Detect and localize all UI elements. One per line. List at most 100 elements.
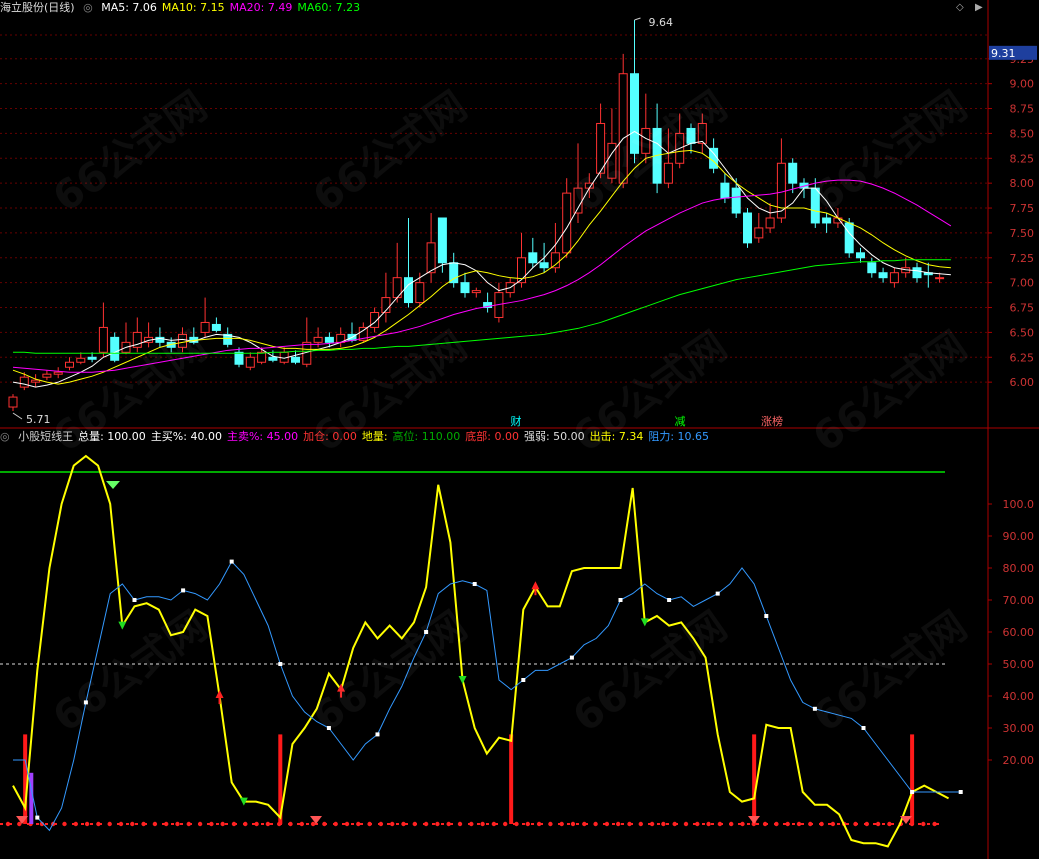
buy-arrow-icon: [531, 581, 540, 590]
high-price-label: 9.64: [649, 16, 674, 29]
bottom-dot: [96, 821, 101, 827]
bottom-dot: [333, 821, 338, 827]
indicator-line-resistance: [13, 560, 961, 832]
candle-body: [471, 290, 481, 294]
low-price-label: 5.71: [26, 413, 51, 426]
buy-arrow-icon: [215, 690, 224, 698]
indicator-legend-item-1: 总量: 100.00: [78, 430, 146, 443]
bottom-dot: [593, 821, 598, 827]
price-tick-label: 7.25: [1010, 252, 1035, 265]
bottom-dot: [808, 821, 813, 827]
ma-line-MA10: [12, 149, 951, 385]
bottom-dot: [762, 821, 768, 827]
indicator-legend-item-0: 小股短线王: [18, 430, 74, 443]
bottom-dot: [322, 821, 327, 827]
candle-body: [528, 252, 538, 264]
price-tick-label: 6.75: [1010, 302, 1035, 315]
resistance-point: [181, 588, 186, 593]
event-marker: 财: [511, 414, 522, 428]
indicator-tick-label: 20.00: [1003, 754, 1035, 767]
indicator-line-attack: [12, 454, 950, 848]
bottom-dot: [729, 821, 734, 827]
bottom-dot: [446, 821, 451, 827]
candle-body: [313, 336, 323, 343]
bottom-dot: [582, 821, 587, 827]
bottom-dot: [412, 821, 417, 827]
candle-body: [234, 351, 244, 365]
candle-body: [200, 321, 210, 333]
candle-body: [178, 333, 187, 348]
bottom-dot: [661, 821, 666, 827]
event-marker: 涨榜: [761, 414, 783, 428]
resistance-point: [715, 591, 720, 596]
candle-body: [550, 252, 560, 269]
indicator-tick-label: 70.00: [1003, 594, 1035, 607]
bottom-dot: [265, 821, 271, 827]
candle-body: [19, 376, 29, 388]
candle-body: [53, 371, 63, 375]
circle-icon[interactable]: ◎: [0, 430, 10, 443]
candle-body: [87, 356, 97, 360]
bottom-dot: [367, 821, 372, 827]
bottom-dot: [638, 821, 643, 827]
resistance-point: [812, 706, 817, 711]
diamond-icon[interactable]: ◇: [956, 2, 964, 13]
candle-body: [889, 272, 899, 284]
candle-body: [663, 162, 673, 184]
circle-icon[interactable]: ◎: [83, 1, 93, 14]
candle-body: [65, 361, 74, 368]
bottom-dot: [480, 821, 485, 827]
candle-body: [324, 336, 334, 343]
bottom-dot: [197, 821, 203, 827]
candle-body: [686, 127, 696, 144]
indicator-legend-item-3: 主卖%: 45.00: [226, 430, 299, 443]
low-marker-line: [12, 412, 23, 420]
bottom-dot: [5, 821, 11, 827]
signal-bar: [752, 734, 757, 824]
indicator-tick-label: 50.00: [1003, 658, 1035, 671]
resistance-point: [618, 598, 623, 602]
bottom-dot: [864, 821, 869, 827]
price-panel[interactable]: 9.64 5.71 财 减 涨榜: [8, 16, 952, 428]
bottom-dot: [491, 821, 497, 827]
bottom-dot: [231, 821, 237, 827]
bottom-dot: [356, 821, 361, 827]
bottom-dot: [469, 821, 474, 827]
bottom-dot: [627, 821, 632, 827]
scroll-right-icon[interactable]: ▶: [975, 2, 983, 13]
candle-body: [291, 356, 300, 363]
resistance-point: [35, 815, 40, 820]
bottom-dot: [796, 821, 802, 827]
top-signal-icon: [106, 481, 120, 489]
bottom-dot: [299, 821, 304, 827]
stock-title[interactable]: 海立股份(日线): [0, 1, 75, 14]
bottom-dot: [310, 821, 316, 827]
bottom-dot: [107, 821, 112, 827]
bottom-dot: [740, 821, 745, 827]
candle-body: [76, 357, 86, 363]
price-panel-header: 海立股份(日线) ◎ MA5: 7.06 MA10: 7.15 MA20: 7.49…: [0, 1, 370, 15]
resistance-point: [910, 790, 915, 794]
resistance-point: [521, 678, 526, 682]
indicator-legend-item-5: 地量:: [361, 430, 388, 443]
price-tick-label: 7.75: [1010, 202, 1035, 215]
candle-body: [437, 217, 447, 264]
candle-body: [607, 142, 617, 179]
high-marker-line: [634, 17, 641, 21]
candle-body: [765, 217, 775, 229]
indicator-panel[interactable]: [0, 454, 963, 848]
candle-body: [268, 356, 278, 361]
candle-body: [641, 127, 651, 154]
indicator-legend-item-2: 主买%: 40.00: [150, 430, 222, 443]
resistance-point: [667, 598, 672, 602]
price-tick-label: 7.50: [1010, 227, 1035, 240]
bottom-dot: [344, 821, 350, 827]
candle-body: [415, 282, 425, 304]
bottom-dot: [503, 821, 508, 827]
bottom-dot: [175, 821, 180, 827]
candle-body: [31, 379, 41, 383]
bottom-dot: [604, 821, 610, 827]
resistance-point: [83, 700, 88, 705]
indicator-tick-label: 30.00: [1003, 722, 1035, 735]
ma-legend-item-2: MA20: 7.49: [229, 1, 293, 14]
